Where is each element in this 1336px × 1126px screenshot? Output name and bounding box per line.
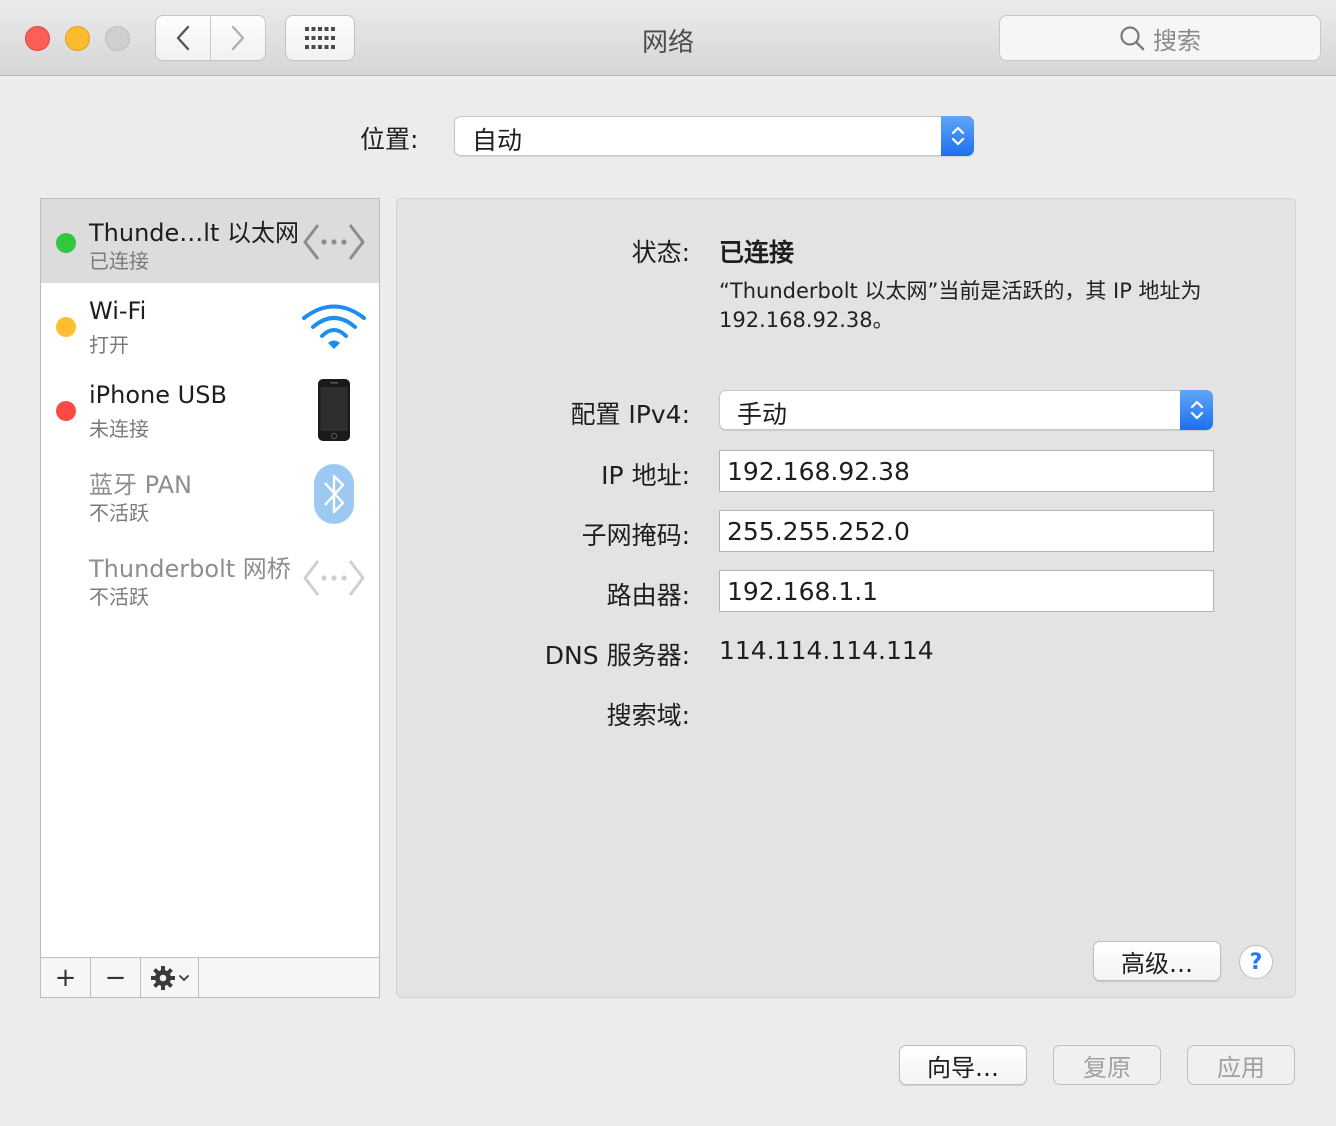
apply-button[interactable]: 应用 bbox=[1187, 1045, 1295, 1085]
iphone-icon bbox=[301, 377, 367, 443]
assist-me-button[interactable]: 向导… bbox=[899, 1045, 1027, 1085]
service-item-thunderbolt-bridge[interactable]: Thunderbolt 网桥 不活跃 bbox=[41, 535, 379, 619]
close-window-button[interactable] bbox=[25, 26, 50, 51]
subnet-mask-field[interactable] bbox=[719, 510, 1214, 552]
gear-icon bbox=[150, 965, 175, 990]
bluetooth-icon bbox=[301, 461, 367, 527]
location-label: 位置: bbox=[360, 125, 419, 154]
add-service-button[interactable]: + bbox=[41, 958, 91, 997]
ip-address-input[interactable] bbox=[720, 451, 1213, 491]
bridge-icon bbox=[301, 545, 367, 611]
action-menu-button[interactable] bbox=[141, 958, 199, 997]
status-dot-yellow bbox=[56, 317, 76, 337]
popup-arrows-icon bbox=[1180, 390, 1213, 430]
minimize-window-button[interactable] bbox=[65, 26, 90, 51]
advanced-button[interactable]: 高级… bbox=[1093, 941, 1221, 981]
configure-ipv4-label: 配置 IPv4: bbox=[570, 400, 690, 429]
subnet-mask-input[interactable] bbox=[720, 511, 1213, 551]
search-placeholder: 搜索 bbox=[1153, 26, 1201, 55]
configure-ipv4-popup[interactable]: 手动 bbox=[719, 390, 1213, 430]
back-button[interactable] bbox=[156, 16, 210, 60]
location-popup[interactable]: 自动 bbox=[454, 116, 974, 156]
search-domain-label: 搜索域: bbox=[606, 701, 690, 730]
zoom-window-button[interactable] bbox=[105, 26, 130, 51]
service-name: Wi-Fi bbox=[89, 297, 147, 325]
service-name: Thunde…lt 以太网 bbox=[89, 219, 299, 247]
service-name: iPhone USB bbox=[89, 381, 227, 409]
status-label: 状态: bbox=[631, 238, 690, 267]
service-status: 不活跃 bbox=[89, 501, 149, 525]
search-field[interactable]: 搜索 bbox=[999, 15, 1321, 61]
ip-address-label: IP 地址: bbox=[601, 461, 690, 490]
detail-panel: 状态: 已连接 “Thunderbolt 以太网”当前是活跃的，其 IP 地址为… bbox=[396, 198, 1296, 998]
title-bar: 网络 搜索 bbox=[0, 0, 1336, 76]
service-item-iphone-usb[interactable]: iPhone USB 未连接 bbox=[41, 367, 379, 451]
help-button[interactable]: ? bbox=[1239, 945, 1273, 979]
chevron-right-icon bbox=[231, 25, 245, 51]
router-input[interactable] bbox=[720, 571, 1213, 611]
location-value: 自动 bbox=[472, 126, 523, 155]
service-status: 已连接 bbox=[89, 249, 149, 273]
service-item-bluetooth-pan[interactable]: 蓝牙 PAN 不活跃 bbox=[41, 451, 379, 535]
dns-server-label: DNS 服务器: bbox=[544, 641, 690, 670]
service-item-thunderbolt-ethernet[interactable]: Thunde…lt 以太网 已连接 bbox=[41, 199, 379, 283]
forward-button[interactable] bbox=[210, 16, 265, 60]
service-item-wifi[interactable]: Wi-Fi 打开 bbox=[41, 283, 379, 367]
chevron-down-icon bbox=[178, 974, 189, 981]
service-list: Thunde…lt 以太网 已连接 Wi-Fi 打开 iPhone USB 未连… bbox=[40, 198, 380, 998]
search-icon bbox=[1120, 26, 1145, 51]
status-description: “Thunderbolt 以太网”当前是活跃的，其 IP 地址为 192.168… bbox=[719, 279, 1202, 332]
status-dot-red bbox=[56, 401, 76, 421]
service-status: 未连接 bbox=[89, 417, 149, 441]
chevron-left-icon bbox=[176, 25, 190, 51]
ethernet-icon bbox=[301, 209, 367, 275]
subnet-mask-label: 子网掩码: bbox=[581, 521, 690, 550]
back-forward-control bbox=[155, 15, 266, 61]
show-all-button[interactable] bbox=[285, 15, 355, 61]
status-value: 已连接 bbox=[719, 238, 795, 267]
window-title: 网络 bbox=[641, 28, 694, 58]
service-list-toolbar: + − bbox=[41, 957, 379, 997]
service-name: 蓝牙 PAN bbox=[89, 471, 192, 499]
popup-arrows-icon bbox=[941, 116, 974, 156]
router-label: 路由器: bbox=[606, 581, 690, 610]
remove-service-button[interactable]: − bbox=[91, 958, 141, 997]
configure-ipv4-value: 手动 bbox=[737, 400, 788, 429]
service-name: Thunderbolt 网桥 bbox=[89, 555, 291, 583]
revert-button[interactable]: 复原 bbox=[1053, 1045, 1161, 1085]
service-status: 不活跃 bbox=[89, 585, 149, 609]
router-field[interactable] bbox=[719, 570, 1214, 612]
ip-address-field[interactable] bbox=[719, 450, 1214, 492]
service-status: 打开 bbox=[89, 333, 129, 357]
grid-icon bbox=[305, 27, 335, 49]
wifi-icon bbox=[301, 293, 367, 359]
dns-server-value: 114.114.114.114 bbox=[719, 636, 934, 665]
status-dot-green bbox=[56, 233, 76, 253]
